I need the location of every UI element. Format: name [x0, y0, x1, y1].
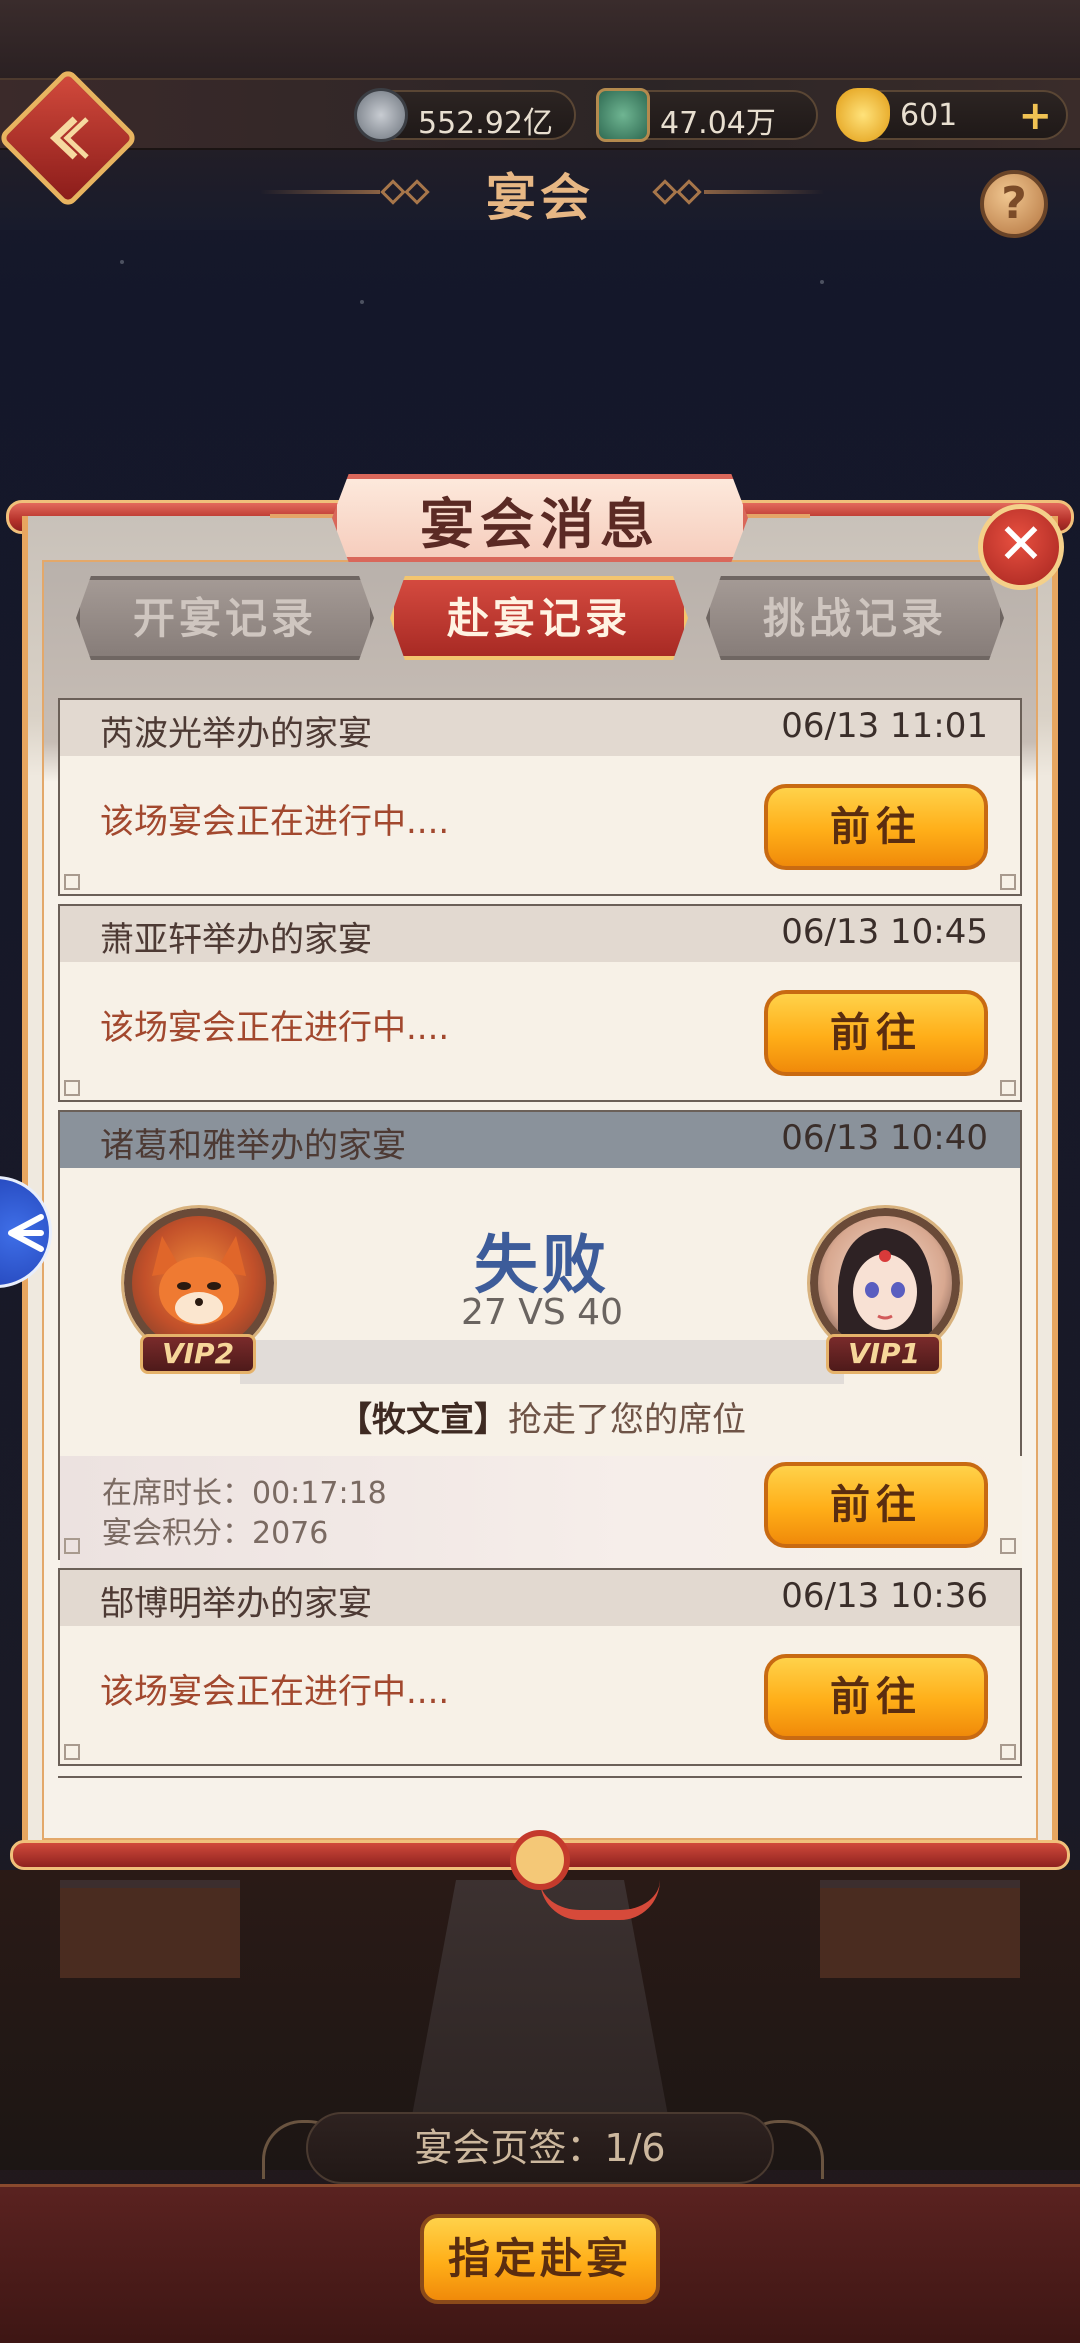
courtyard-building	[60, 1880, 240, 1978]
tab-attend-records[interactable]: 赴宴记录	[390, 576, 688, 660]
duration-stat: 在席时长：00:17:18	[102, 1468, 387, 1512]
points-stat: 宴会积分：2076	[102, 1508, 328, 1552]
corner-ornament	[64, 1538, 80, 1554]
girl-portrait-icon	[838, 1228, 932, 1350]
entry-time: 06/13 11:01	[781, 706, 988, 746]
silver-resource: 552.92亿	[354, 88, 576, 142]
entry-status: 该场宴会正在进行中....	[100, 1672, 450, 1712]
vip-badge-right: VIP1	[826, 1334, 942, 1374]
entry-time: 06/13 10:40	[781, 1118, 988, 1158]
entry-status: 该场宴会正在进行中....	[100, 1008, 450, 1048]
banquet-record-list[interactable]: 芮波光举办的家宴 06/13 11:01 该场宴会正在进行中.... 前往 萧亚…	[58, 696, 1022, 1776]
add-gold-plus-icon[interactable]: +	[1018, 96, 1052, 136]
list-item: 芮波光举办的家宴 06/13 11:01 该场宴会正在进行中.... 前往	[58, 698, 1022, 896]
star-decoration	[360, 300, 364, 304]
jade-value: 47.04万	[660, 106, 776, 141]
assign-attend-button[interactable]: 指定赴宴	[420, 2214, 660, 2304]
star-decoration	[820, 280, 824, 284]
panel-title: 宴会消息	[420, 492, 660, 556]
seat-taken-message: 【牧文宣】抢走了您的席位	[60, 1392, 1022, 1441]
vip-badge-left: VIP2	[140, 1334, 256, 1374]
corner-ornament	[1000, 1080, 1016, 1096]
page-title: 宴会	[486, 168, 594, 227]
duration-value: 00:17:18	[252, 1476, 387, 1511]
score-bar	[240, 1340, 844, 1384]
banquet-page-tag[interactable]: 宴会页签：1/6	[306, 2112, 774, 2184]
star-decoration	[120, 260, 124, 264]
corner-ornament	[64, 1080, 80, 1096]
corner-ornament	[1000, 874, 1016, 890]
host-name: 郜博明举办的家宴	[100, 1584, 372, 1624]
go-button[interactable]: 前往	[764, 1654, 988, 1740]
title-line-left	[260, 190, 380, 194]
seat-taken-text: 抢走了您的席位	[508, 1400, 746, 1440]
courtyard-building	[820, 1880, 1020, 1978]
host-name: 诸葛和雅举办的家宴	[100, 1126, 406, 1166]
gold-value: 601	[900, 98, 958, 133]
go-button[interactable]: 前往	[764, 990, 988, 1076]
silver-coin-icon	[354, 88, 408, 142]
points-label: 宴会积分：	[102, 1516, 252, 1551]
entry-status: 该场宴会正在进行中....	[100, 802, 450, 842]
corner-ornament	[1000, 1744, 1016, 1760]
scroll-knot	[510, 1830, 570, 1890]
host-name: 萧亚轩举办的家宴	[100, 920, 372, 960]
title-line-right	[704, 190, 824, 194]
list-end-divider	[58, 1776, 1022, 1778]
silver-value: 552.92亿	[418, 106, 553, 141]
help-button[interactable]: ?	[980, 170, 1048, 238]
list-item-battle: 诸葛和雅举办的家宴 06/13 10:40 VIP2 失败 27 VS 40 V…	[58, 1110, 1022, 1572]
entry-time: 06/13 10:45	[781, 912, 988, 952]
go-button[interactable]: 前往	[764, 784, 988, 870]
host-name: 芮波光举办的家宴	[100, 714, 372, 754]
jade-resource: 47.04万	[596, 88, 818, 142]
header-deco-left	[270, 514, 340, 518]
tab-host-records[interactable]: 开宴记录	[76, 576, 374, 660]
corner-ornament	[64, 1744, 80, 1760]
corner-ornament	[64, 874, 80, 890]
jade-token-icon	[596, 88, 650, 142]
go-button[interactable]: 前往	[764, 1462, 988, 1548]
tab-challenge-records[interactable]: 挑战记录	[706, 576, 1004, 660]
entry-time: 06/13 10:36	[781, 1576, 988, 1616]
points-value: 2076	[252, 1516, 329, 1551]
grabber-name: 【牧文宣】	[338, 1400, 508, 1440]
close-button[interactable]: ✕	[978, 504, 1064, 590]
header-deco-right	[740, 514, 810, 518]
duration-label: 在席时长：	[102, 1476, 252, 1511]
signal-icon	[8, 1214, 44, 1252]
back-arrow-icon	[49, 116, 89, 160]
corner-ornament	[1000, 1538, 1016, 1554]
list-item: 萧亚轩举办的家宴 06/13 10:45 该场宴会正在进行中.... 前往	[58, 904, 1022, 1102]
list-item: 郜博明举办的家宴 06/13 10:36 该场宴会正在进行中.... 前往	[58, 1568, 1022, 1766]
gold-ingot-icon	[836, 88, 890, 142]
gold-resource: 601 +	[836, 88, 1068, 142]
